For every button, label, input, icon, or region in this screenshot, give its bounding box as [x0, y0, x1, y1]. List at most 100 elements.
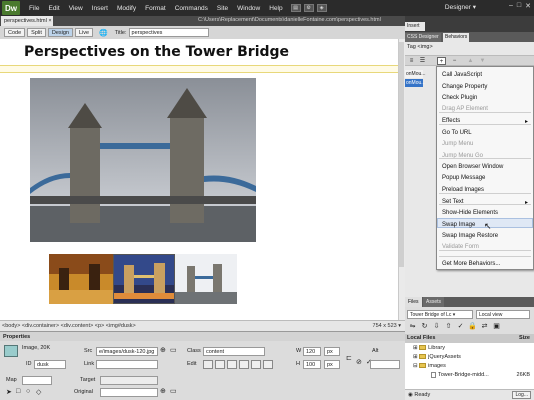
thumbnail-sunset[interactable]: [49, 254, 113, 304]
rectangle-hotspot-icon[interactable]: □: [16, 388, 20, 395]
code-view-button[interactable]: Code: [4, 28, 26, 37]
src-field[interactable]: e/images/dusk-120.jpg: [96, 347, 158, 356]
edit-settings-icon[interactable]: [215, 360, 225, 369]
polygon-hotspot-icon[interactable]: ◇: [36, 388, 41, 396]
title-input[interactable]: perspectives: [128, 28, 209, 37]
split-view-button[interactable]: Split: [27, 28, 46, 37]
width-unit[interactable]: px: [324, 347, 340, 356]
add-behavior-icon[interactable]: +: [437, 57, 446, 65]
put-files-icon[interactable]: ⇧: [444, 322, 453, 331]
tab-css-designer[interactable]: CSS Designer: [405, 33, 441, 42]
preview-globe-icon[interactable]: 🌐: [99, 29, 108, 37]
checkout-icon[interactable]: ✓: [456, 322, 465, 331]
tab-close-icon[interactable]: ×: [48, 18, 51, 24]
alt-field[interactable]: [370, 360, 400, 369]
dropdown-item-open-browser-window[interactable]: Open Browser Window: [442, 164, 503, 170]
get-files-icon[interactable]: ⇩: [432, 322, 441, 331]
thumbnail-dusk[interactable]: [113, 254, 175, 304]
expand-icon[interactable]: ▣: [492, 322, 501, 331]
height-field[interactable]: 100: [303, 360, 321, 369]
circle-hotspot-icon[interactable]: ○: [26, 388, 30, 395]
tower-bridge-photo[interactable]: [30, 78, 256, 242]
close-icon[interactable]: ✕: [525, 2, 531, 10]
dropdown-item-go-to-url[interactable]: Go To URL: [442, 130, 472, 136]
insert-panel-tab[interactable]: Insert: [405, 22, 425, 31]
menu-modify[interactable]: Modify: [117, 5, 136, 12]
dropdown-item-swap-image[interactable]: Swap Image: [442, 222, 475, 228]
width-field[interactable]: 120: [303, 347, 321, 356]
tag-selector[interactable]: <body> <div.container> <div.content> <p>…: [2, 323, 136, 329]
site-select[interactable]: Tower Bridge of Lc ▾: [407, 310, 473, 319]
menu-window[interactable]: Window: [237, 5, 260, 12]
workspace-switcher[interactable]: Designer ▾: [445, 3, 476, 11]
dropdown-item-get-more-behaviors[interactable]: Get More Behaviors...: [442, 261, 500, 267]
brightness-icon[interactable]: [251, 360, 261, 369]
menu-file[interactable]: File: [29, 5, 39, 12]
minimize-icon[interactable]: –: [509, 2, 513, 10]
live-view-button[interactable]: Live: [74, 28, 94, 37]
original-point-icon[interactable]: ⊕: [160, 387, 166, 395]
file-row-tower-bridge[interactable]: Tower-Bridge-midd... 26KB: [405, 371, 534, 380]
menu-insert[interactable]: Insert: [92, 5, 108, 12]
link-field[interactable]: [96, 360, 158, 369]
height-unit[interactable]: px: [324, 360, 340, 369]
show-all-events-icon[interactable]: ☰: [418, 57, 427, 65]
thumbnail-day[interactable]: [175, 254, 237, 304]
menu-view[interactable]: View: [69, 5, 83, 12]
sharpen-icon[interactable]: [263, 360, 273, 369]
menu-site[interactable]: Site: [217, 5, 228, 12]
log-button[interactable]: Log...: [512, 391, 531, 399]
original-field[interactable]: [100, 388, 158, 397]
constrain-lock-icon[interactable]: ⊏: [346, 354, 352, 362]
window-size[interactable]: 754 x 523 ▾: [373, 321, 401, 331]
dropdown-item-change-property[interactable]: Change Property: [442, 84, 487, 90]
dropdown-item-popup-message[interactable]: Popup Message: [442, 175, 485, 181]
tab-assets[interactable]: Assets: [423, 297, 445, 307]
refresh-icon[interactable]: ↻: [420, 322, 429, 331]
point-to-file-icon[interactable]: ⊕: [160, 346, 166, 354]
move-up-icon[interactable]: ▲: [466, 57, 475, 65]
crop-icon[interactable]: [227, 360, 237, 369]
connect-icon[interactable]: ⇋: [408, 322, 417, 331]
dropdown-item-show-hide-elements[interactable]: Show-Hide Elements: [442, 210, 498, 216]
class-select[interactable]: content: [203, 347, 265, 356]
reset-size-icon[interactable]: ⊘: [356, 358, 362, 366]
tab-files[interactable]: Files: [405, 297, 422, 307]
size-column-header[interactable]: Size: [519, 334, 530, 343]
dropdown-item-swap-image-restore[interactable]: Swap Image Restore: [442, 233, 498, 239]
file-row-images[interactable]: ⊟ images: [405, 362, 534, 371]
photoshop-edit-icon[interactable]: [203, 360, 213, 369]
move-down-icon[interactable]: ▼: [478, 57, 487, 65]
collapse-toggle-icon[interactable]: ⊟: [413, 363, 418, 369]
properties-header[interactable]: Properties: [0, 331, 405, 341]
browse-folder-icon[interactable]: ▭: [170, 346, 177, 354]
maximize-icon[interactable]: □: [517, 2, 521, 10]
design-view-button[interactable]: Design: [47, 28, 73, 37]
expand-toggle-icon[interactable]: ⊞: [413, 354, 418, 360]
view-select[interactable]: Local view: [476, 310, 530, 319]
target-select[interactable]: [100, 376, 158, 385]
event-row-selected[interactable]: onMou...: [405, 79, 425, 87]
sync-icon[interactable]: ⇄: [480, 322, 489, 331]
extension-icon[interactable]: ⚙: [303, 4, 314, 12]
map-field[interactable]: [22, 376, 52, 385]
resample-icon[interactable]: [239, 360, 249, 369]
checkin-icon[interactable]: 🔒: [468, 322, 477, 331]
expand-toggle-icon[interactable]: ⊞: [413, 345, 418, 351]
dropdown-item-check-plugin[interactable]: Check Plugin: [442, 95, 477, 101]
tab-behaviors[interactable]: Behaviors: [443, 33, 470, 42]
file-row-jqueryassets[interactable]: ⊞ jQueryAssets: [405, 353, 534, 362]
original-browse-icon[interactable]: ▭: [170, 387, 177, 395]
site-icon[interactable]: ◈: [316, 4, 327, 12]
document-tab[interactable]: perspectives.html ×: [1, 16, 53, 26]
page-heading[interactable]: Perspectives on the Tower Bridge: [24, 44, 289, 60]
remove-behavior-icon[interactable]: −: [450, 57, 459, 65]
file-row-library[interactable]: ⊞ Library: [405, 344, 534, 353]
canvas-scroll-thumb[interactable]: [399, 42, 404, 267]
menu-help[interactable]: Help: [269, 5, 282, 12]
show-set-events-icon[interactable]: ≡: [407, 57, 416, 65]
dropdown-item-call-javascript[interactable]: Call JavaScript: [442, 72, 482, 78]
menu-format[interactable]: Format: [145, 5, 166, 12]
id-field[interactable]: dusk: [34, 360, 66, 369]
pointer-hotspot-icon[interactable]: ➤: [6, 388, 12, 396]
